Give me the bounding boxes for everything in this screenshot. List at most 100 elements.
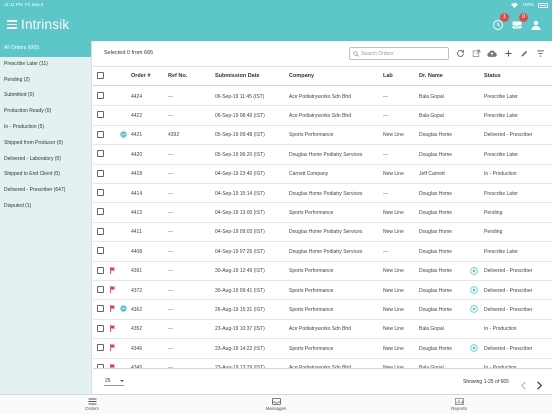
row-checkbox[interactable] bbox=[97, 130, 104, 138]
add-button[interactable] bbox=[502, 47, 514, 60]
prev-page-button[interactable] bbox=[520, 377, 528, 390]
cell-company: Ace Podiatryworks Sdn Bhd bbox=[289, 326, 351, 333]
sidebar-item-delivered-prescriber[interactable]: Delivered - Prescriber (647) bbox=[0, 183, 91, 199]
search-input[interactable] bbox=[361, 49, 446, 59]
selected-count: Selected 0 from 665 bbox=[104, 50, 154, 56]
row-checkbox[interactable] bbox=[97, 208, 104, 216]
row-checkbox[interactable] bbox=[97, 92, 104, 99]
sidebar-item-prescribe-later[interactable]: Prescribe Later (11) bbox=[0, 57, 91, 73]
cell-dr-name: Douglas Home bbox=[419, 190, 453, 197]
table-row[interactable]: 4420 --- 05-Sep-19 06:20 (IST) Douglas Home… bbox=[93, 145, 552, 165]
nav-orders-label: Orders bbox=[85, 406, 99, 411]
next-page-button[interactable] bbox=[535, 377, 543, 390]
row-checkbox[interactable] bbox=[97, 286, 104, 293]
toolbar-actions bbox=[454, 47, 546, 60]
cell-ref: --- bbox=[168, 345, 173, 352]
digital-scan-icon bbox=[470, 344, 478, 352]
sidebar-item-all-orders[interactable]: All Orders (665) bbox=[0, 41, 91, 57]
cell-status: Prescribe Later bbox=[484, 248, 518, 255]
account-button[interactable] bbox=[529, 18, 542, 31]
column-lab[interactable]: Lab bbox=[383, 73, 393, 79]
cell-dr-name: Douglas Home bbox=[419, 229, 453, 236]
row-checkbox[interactable] bbox=[97, 266, 104, 274]
status-bar-left: 11:11 PM Fri Sep 6 bbox=[4, 0, 43, 10]
messages-button[interactable]: 0 bbox=[510, 13, 528, 31]
table-row[interactable]: 4408 --- 04-Sep-19 07:25 (IST) Douglas Home… bbox=[93, 242, 552, 262]
table-row[interactable]: 4346 --- 23-Aug-19 14:22 (IST) Sports Perfo… bbox=[93, 339, 552, 359]
column-dr-name[interactable]: Dr. Name bbox=[419, 73, 443, 79]
row-checkbox[interactable] bbox=[97, 169, 104, 177]
row-checkbox[interactable] bbox=[97, 305, 104, 313]
table-row[interactable]: 4372 --- 30-Aug-19 09:41 (IST) Sports Perfo… bbox=[93, 281, 552, 301]
search-box[interactable] bbox=[349, 47, 449, 60]
cell-ref: 4392 bbox=[168, 132, 180, 139]
table-row[interactable]: 4352 --- 23-Aug-19 10:37 (IST) Ace Podiatry… bbox=[93, 320, 552, 340]
row-checkbox[interactable] bbox=[97, 344, 104, 352]
chat-icon[interactable] bbox=[120, 305, 127, 313]
table-row[interactable]: 4422 --- 06-Sep-19 08:49 (IST) Ace Podiatry… bbox=[93, 106, 552, 126]
sidebar-item-submitted[interactable]: Submitted (0) bbox=[0, 88, 91, 104]
table-row[interactable]: 4421 4392 05-Sep-19 09:48 (IST) Sports Perf… bbox=[93, 126, 552, 146]
cell-lab: --- bbox=[383, 151, 388, 158]
column-status[interactable]: Status bbox=[484, 73, 501, 79]
cell-company: Douglas Home Podiatry Services bbox=[289, 151, 363, 158]
column-company[interactable]: Company bbox=[289, 73, 314, 79]
sidebar: All Orders (665) Prescribe Later (11) Pe… bbox=[0, 41, 92, 394]
sidebar-item-shipped-to-end-client[interactable]: Shipped to End Client (0) bbox=[0, 167, 91, 183]
cell-company: Douglas Home Podiatry Services bbox=[289, 190, 363, 197]
cell-status: Delivered - Prescriber bbox=[484, 268, 533, 275]
cell-date: 06-Sep-19 11:45 (IST) bbox=[215, 93, 265, 100]
cell-date: 06-Sep-19 08:49 (IST) bbox=[215, 113, 265, 120]
row-checkbox[interactable] bbox=[97, 227, 104, 235]
cell-order: 4372 bbox=[131, 287, 143, 294]
notification-button[interactable]: 1 bbox=[491, 13, 509, 31]
notification-badge: 1 bbox=[500, 13, 509, 22]
table-row[interactable]: 4411 --- 04-Sep-19 09:03 (IST) Douglas Home… bbox=[93, 223, 552, 243]
column-order[interactable]: Order # bbox=[131, 73, 151, 79]
column-date[interactable]: Submission Date bbox=[215, 73, 260, 79]
cell-status: In - Production bbox=[484, 171, 517, 178]
table-row[interactable]: 4413 --- 04-Sep-19 13:00 (IST) Sports Perfo… bbox=[93, 203, 552, 223]
flag-icon bbox=[110, 324, 116, 332]
table-row[interactable]: 4414 --- 04-Sep-19 15:14 (IST) Douglas Home… bbox=[93, 184, 552, 204]
row-checkbox[interactable] bbox=[97, 189, 104, 196]
column-ref[interactable]: Ref No. bbox=[168, 73, 187, 79]
nav-reports[interactable]: Reports bbox=[439, 398, 479, 411]
sidebar-item-pending[interactable]: Pending (2) bbox=[0, 73, 91, 89]
nav-messages[interactable]: Messages bbox=[256, 398, 296, 411]
cell-order: 4422 bbox=[131, 113, 143, 120]
sidebar-item-in-production[interactable]: In - Production (5) bbox=[0, 120, 91, 136]
cell-status: Delivered - Prescriber bbox=[484, 345, 533, 352]
table-row[interactable]: 4424 --- 06-Sep-19 11:45 (IST) Ace Podiatry… bbox=[93, 87, 552, 107]
row-checkbox[interactable] bbox=[97, 150, 104, 158]
sidebar-item-shipped-from-producer[interactable]: Shipped from Producer (0) bbox=[0, 136, 91, 152]
sidebar-item-delivered-laboratory[interactable]: Delivered - Laboratory (0) bbox=[0, 152, 91, 168]
filter-button[interactable] bbox=[534, 47, 546, 60]
status-time: 11:11 PM bbox=[4, 2, 23, 7]
table-row[interactable]: 4391 --- 30-Aug-19 12:49 (IST) Sports Perfo… bbox=[93, 262, 552, 281]
wifi-icon bbox=[511, 2, 519, 8]
row-checkbox[interactable] bbox=[97, 111, 104, 119]
row-checkbox[interactable] bbox=[97, 324, 104, 332]
edit-button[interactable] bbox=[518, 47, 530, 60]
select-all-checkbox[interactable] bbox=[97, 72, 104, 79]
cell-order: 4391 bbox=[131, 268, 143, 275]
upload-cloud-button[interactable] bbox=[486, 47, 498, 60]
nav-reports-label: Reports bbox=[451, 406, 467, 411]
sidebar-item-production-ready[interactable]: Production Ready (0) bbox=[0, 104, 91, 120]
nav-orders[interactable]: Orders bbox=[72, 398, 112, 411]
table-row[interactable]: 4362 --- 26-Aug-19 15:31 (IST) Sports Perfo… bbox=[93, 300, 552, 320]
cell-company: Douglas Home Podiatry Services bbox=[289, 248, 363, 255]
cell-date: 05-Sep-19 06:20 (IST) bbox=[215, 151, 265, 158]
row-checkbox[interactable] bbox=[97, 247, 104, 255]
cell-dr-name: Douglas Home bbox=[419, 248, 453, 255]
refresh-button[interactable] bbox=[454, 47, 466, 60]
menu-icon[interactable] bbox=[7, 20, 17, 29]
table-footer: 25 Showing 1-25 of 665 bbox=[93, 368, 552, 394]
page-size-select[interactable]: 25 bbox=[104, 376, 124, 386]
table-row[interactable]: 4418 --- 04-Sep-19 23:40 (IST) Carnett Comp… bbox=[93, 165, 552, 184]
table-row[interactable]: 4345---23-Aug-19 13:29 (IST)Ace Podiatry… bbox=[93, 359, 552, 368]
sidebar-item-disputed[interactable]: Disputed (1) bbox=[0, 199, 91, 215]
export-button[interactable] bbox=[470, 47, 482, 60]
chat-icon[interactable] bbox=[120, 131, 127, 138]
